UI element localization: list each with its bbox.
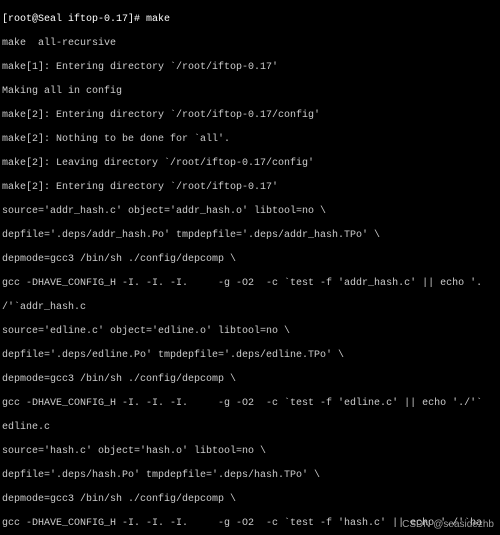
out-line: Making all in config: [2, 86, 498, 98]
out-line: source='addr_hash.c' object='addr_hash.o…: [2, 206, 498, 218]
out-line: depmode=gcc3 /bin/sh ./config/depcomp \: [2, 254, 498, 266]
terminal-output[interactable]: [root@Seal iftop-0.17]# make make all-re…: [0, 0, 500, 535]
out-line: make[1]: Entering directory `/root/iftop…: [2, 62, 498, 74]
out-line: depfile='.deps/edline.Po' tmpdepfile='.d…: [2, 350, 498, 362]
out-line: make[2]: Nothing to be done for `all'.: [2, 134, 498, 146]
out-line: make[2]: Leaving directory `/root/iftop-…: [2, 158, 498, 170]
out-line: source='edline.c' object='edline.o' libt…: [2, 326, 498, 338]
out-line: make[2]: Entering directory `/root/iftop…: [2, 110, 498, 122]
out-line: /'`addr_hash.c: [2, 302, 498, 314]
out-line: depmode=gcc3 /bin/sh ./config/depcomp \: [2, 494, 498, 506]
shell-prompt: [root@Seal iftop-0.17]# make: [2, 14, 498, 26]
out-line: gcc -DHAVE_CONFIG_H -I. -I. -I. -g -O2 -…: [2, 278, 498, 290]
out-line: depfile='.deps/addr_hash.Po' tmpdepfile=…: [2, 230, 498, 242]
out-line: depfile='.deps/hash.Po' tmpdepfile='.dep…: [2, 470, 498, 482]
watermark: CSDN @seasidezhb: [402, 519, 494, 531]
out-line: gcc -DHAVE_CONFIG_H -I. -I. -I. -g -O2 -…: [2, 398, 498, 410]
out-line: depmode=gcc3 /bin/sh ./config/depcomp \: [2, 374, 498, 386]
out-line: make all-recursive: [2, 38, 498, 50]
out-line: make[2]: Entering directory `/root/iftop…: [2, 182, 498, 194]
out-line: edline.c: [2, 422, 498, 434]
out-line: source='hash.c' object='hash.o' libtool=…: [2, 446, 498, 458]
